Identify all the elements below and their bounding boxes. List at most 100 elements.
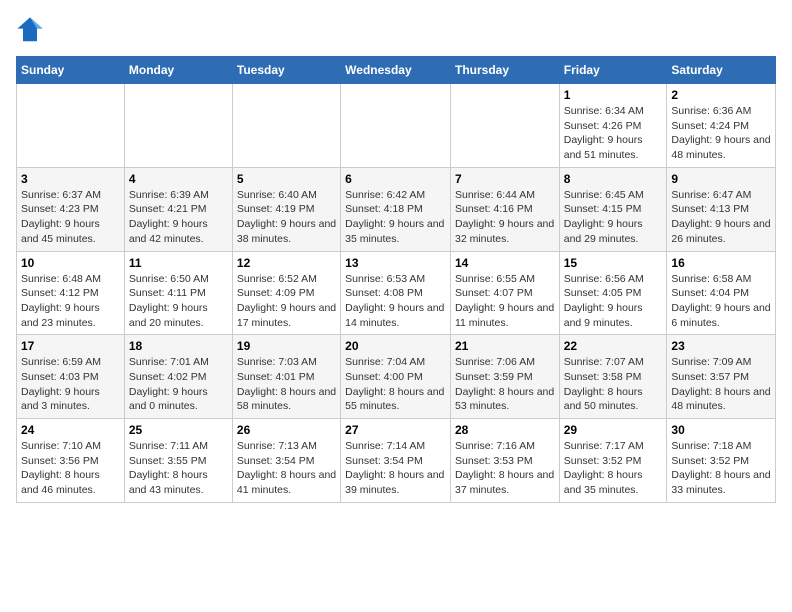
day-info: Sunrise: 7:09 AM Sunset: 3:57 PM Dayligh… [671,355,771,414]
calendar-cell: 5 Sunrise: 6:40 AM Sunset: 4:19 PM Daylig… [232,167,340,251]
calendar-cell: 10Sunrise: 6:48 AM Sunset: 4:12 PM Dayli… [17,251,125,335]
weekday-header: Saturday [667,57,776,84]
day-info: Sunrise: 6:47 AM Sunset: 4:13 PM Dayligh… [671,188,771,247]
calendar-cell: 21 Sunrise: 7:06 AM Sunset: 3:59 PM Dayli… [450,335,559,419]
calendar-cell: 23Sunrise: 7:09 AM Sunset: 3:57 PM Dayli… [667,335,776,419]
day-number: 14 [455,256,555,270]
calendar-cell: 13Sunrise: 6:53 AM Sunset: 4:08 PM Dayli… [341,251,451,335]
calendar-cell: 28 Sunrise: 7:16 AM Sunset: 3:53 PM Dayli… [450,419,559,503]
day-info: Sunrise: 7:18 AM Sunset: 3:52 PM Dayligh… [671,439,771,498]
day-number: 22 [564,339,663,353]
weekday-header: Thursday [450,57,559,84]
day-info: Sunrise: 6:55 AM Sunset: 4:07 PM Dayligh… [455,272,555,331]
day-number: 25 [129,423,228,437]
day-info: Sunrise: 6:45 AM Sunset: 4:15 PM Dayligh… [564,188,663,247]
day-info: Sunrise: 7:14 AM Sunset: 3:54 PM Dayligh… [345,439,446,498]
day-number: 29 [564,423,663,437]
day-info: Sunrise: 6:59 AM Sunset: 4:03 PM Dayligh… [21,355,120,414]
day-number: 30 [671,423,771,437]
calendar-week-row: 24 Sunrise: 7:10 AM Sunset: 3:56 PM Dayli… [17,419,776,503]
day-info: Sunrise: 6:56 AM Sunset: 4:05 PM Dayligh… [564,272,663,331]
weekday-header: Tuesday [232,57,340,84]
day-info: Sunrise: 7:10 AM Sunset: 3:56 PM Dayligh… [21,439,120,498]
calendar-cell: 17Sunrise: 6:59 AM Sunset: 4:03 PM Dayli… [17,335,125,419]
day-info: Sunrise: 6:36 AM Sunset: 4:24 PM Dayligh… [671,104,771,163]
day-number: 15 [564,256,663,270]
day-number: 27 [345,423,446,437]
calendar-cell [450,84,559,168]
calendar-cell [341,84,451,168]
calendar-cell: 26 Sunrise: 7:13 AM Sunset: 3:54 PM Dayli… [232,419,340,503]
day-info: Sunrise: 6:40 AM Sunset: 4:19 PM Dayligh… [237,188,336,247]
calendar-table: SundayMondayTuesdayWednesdayThursdayFrid… [16,56,776,503]
calendar-cell: 9Sunrise: 6:47 AM Sunset: 4:13 PM Daylig… [667,167,776,251]
calendar-week-row: 3 Sunrise: 6:37 AM Sunset: 4:23 PM Daylig… [17,167,776,251]
day-number: 2 [671,88,771,102]
calendar-cell: 6 Sunrise: 6:42 AM Sunset: 4:18 PM Daylig… [341,167,451,251]
day-number: 6 [345,172,446,186]
day-info: Sunrise: 6:37 AM Sunset: 4:23 PM Dayligh… [21,188,120,247]
day-number: 26 [237,423,336,437]
calendar-cell: 8Sunrise: 6:45 AM Sunset: 4:15 PM Daylig… [559,167,667,251]
logo [16,16,48,44]
day-number: 7 [455,172,555,186]
day-number: 21 [455,339,555,353]
day-info: Sunrise: 6:44 AM Sunset: 4:16 PM Dayligh… [455,188,555,247]
day-info: Sunrise: 6:50 AM Sunset: 4:11 PM Dayligh… [129,272,228,331]
day-number: 4 [129,172,228,186]
day-number: 3 [21,172,120,186]
day-info: Sunrise: 6:42 AM Sunset: 4:18 PM Dayligh… [345,188,446,247]
calendar-cell: 30 Sunrise: 7:18 AM Sunset: 3:52 PM Dayli… [667,419,776,503]
day-info: Sunrise: 7:03 AM Sunset: 4:01 PM Dayligh… [237,355,336,414]
day-info: Sunrise: 6:39 AM Sunset: 4:21 PM Dayligh… [129,188,228,247]
day-number: 28 [455,423,555,437]
day-number: 5 [237,172,336,186]
day-info: Sunrise: 6:48 AM Sunset: 4:12 PM Dayligh… [21,272,120,331]
calendar-cell: 15 Sunrise: 6:56 AM Sunset: 4:05 PM Dayli… [559,251,667,335]
weekday-header: Friday [559,57,667,84]
calendar-cell [232,84,340,168]
calendar-cell: 4 Sunrise: 6:39 AM Sunset: 4:21 PM Daylig… [124,167,232,251]
day-number: 20 [345,339,446,353]
calendar-body: 1 Sunrise: 6:34 AM Sunset: 4:26 PM Daylig… [17,84,776,503]
day-info: Sunrise: 7:16 AM Sunset: 3:53 PM Dayligh… [455,439,555,498]
day-info: Sunrise: 6:52 AM Sunset: 4:09 PM Dayligh… [237,272,336,331]
calendar-week-row: 10Sunrise: 6:48 AM Sunset: 4:12 PM Dayli… [17,251,776,335]
calendar-cell: 12 Sunrise: 6:52 AM Sunset: 4:09 PM Dayli… [232,251,340,335]
weekday-header: Monday [124,57,232,84]
header-row: SundayMondayTuesdayWednesdayThursdayFrid… [17,57,776,84]
calendar-cell [17,84,125,168]
day-number: 1 [564,88,663,102]
day-info: Sunrise: 7:06 AM Sunset: 3:59 PM Dayligh… [455,355,555,414]
day-number: 11 [129,256,228,270]
header [16,16,776,44]
calendar-cell: 25 Sunrise: 7:11 AM Sunset: 3:55 PM Dayli… [124,419,232,503]
calendar-header: SundayMondayTuesdayWednesdayThursdayFrid… [17,57,776,84]
day-number: 12 [237,256,336,270]
calendar-cell: 1 Sunrise: 6:34 AM Sunset: 4:26 PM Daylig… [559,84,667,168]
calendar-cell: 16 Sunrise: 6:58 AM Sunset: 4:04 PM Dayli… [667,251,776,335]
day-info: Sunrise: 7:01 AM Sunset: 4:02 PM Dayligh… [129,355,228,414]
calendar-week-row: 17Sunrise: 6:59 AM Sunset: 4:03 PM Dayli… [17,335,776,419]
calendar-cell: 2 Sunrise: 6:36 AM Sunset: 4:24 PM Daylig… [667,84,776,168]
calendar-cell: 14 Sunrise: 6:55 AM Sunset: 4:07 PM Dayli… [450,251,559,335]
calendar-cell: 29Sunrise: 7:17 AM Sunset: 3:52 PM Dayli… [559,419,667,503]
day-info: Sunrise: 6:58 AM Sunset: 4:04 PM Dayligh… [671,272,771,331]
calendar-cell: 18Sunrise: 7:01 AM Sunset: 4:02 PM Dayli… [124,335,232,419]
day-info: Sunrise: 7:07 AM Sunset: 3:58 PM Dayligh… [564,355,663,414]
calendar-cell: 3 Sunrise: 6:37 AM Sunset: 4:23 PM Daylig… [17,167,125,251]
weekday-header: Wednesday [341,57,451,84]
calendar-cell [124,84,232,168]
calendar-cell: 19Sunrise: 7:03 AM Sunset: 4:01 PM Dayli… [232,335,340,419]
day-info: Sunrise: 6:34 AM Sunset: 4:26 PM Dayligh… [564,104,663,163]
day-info: Sunrise: 7:11 AM Sunset: 3:55 PM Dayligh… [129,439,228,498]
calendar-cell: 27 Sunrise: 7:14 AM Sunset: 3:54 PM Dayli… [341,419,451,503]
day-number: 13 [345,256,446,270]
day-number: 16 [671,256,771,270]
day-info: Sunrise: 7:13 AM Sunset: 3:54 PM Dayligh… [237,439,336,498]
day-number: 24 [21,423,120,437]
logo-icon [16,16,44,44]
calendar-cell: 22 Sunrise: 7:07 AM Sunset: 3:58 PM Dayli… [559,335,667,419]
calendar-cell: 7 Sunrise: 6:44 AM Sunset: 4:16 PM Daylig… [450,167,559,251]
calendar-cell: 24 Sunrise: 7:10 AM Sunset: 3:56 PM Dayli… [17,419,125,503]
